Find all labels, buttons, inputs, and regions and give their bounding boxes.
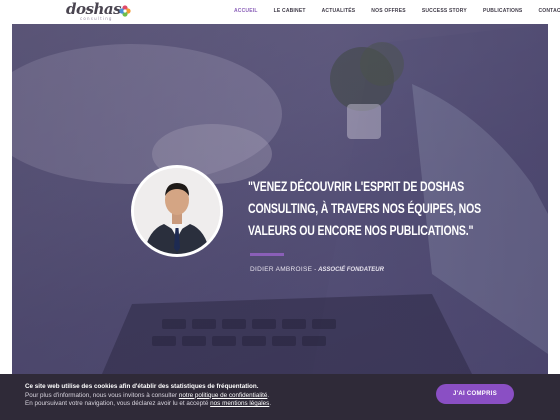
quote-signature: DIDIER AMBROISE - ASSOCIÉ FONDATEUR (250, 266, 384, 273)
accept-cookies-button[interactable]: J'AI COMPRIS (436, 384, 514, 404)
person-avatar-icon (134, 168, 220, 254)
privacy-policy-link[interactable]: notre politique de confidentialité (179, 392, 268, 399)
author-name: DIDIER AMBROISE (250, 266, 313, 273)
main-nav: ACCUEIL LE CABINET ACTUALITÉS NOS OFFRES… (226, 0, 560, 24)
nav-item-actualites[interactable]: ACTUALITÉS (314, 0, 364, 24)
author-photo (134, 168, 220, 254)
nav-item-nos-offres[interactable]: NOS OFFRES (363, 0, 414, 24)
site-header: doshas consulting ACCUEIL LE CABINET ACT… (0, 0, 560, 24)
cookie-line-2: Pour plus d'information, nous vous invit… (25, 392, 405, 401)
nav-item-contact[interactable]: CONTACT (530, 0, 560, 24)
cookie-banner: Ce site web utilise des cookies afin d'é… (0, 374, 560, 420)
hero-quote: "VENEZ DÉCOUVRIR L'ESPRIT DE DOSHAS CONS… (248, 179, 481, 238)
cookie-text: Ce site web utilise des cookies afin d'é… (25, 383, 405, 409)
logo[interactable]: doshas consulting (66, 0, 132, 23)
nav-item-publications[interactable]: PUBLICATIONS (475, 0, 531, 24)
cookie-line-3-text: En poursuivant votre navigation, vous dé… (25, 400, 211, 408)
nav-item-success-story[interactable]: SUCCESS STORY (414, 0, 475, 24)
author-role: ASSOCIÉ FONDATEUR (318, 267, 384, 273)
logo-flower-icon (119, 5, 131, 17)
cookie-line-2-suffix: . (267, 391, 270, 399)
logo-subtitle: consulting (80, 16, 113, 21)
cookie-line-1: Ce site web utilise des cookies afin d'é… (25, 383, 259, 390)
nav-item-le-cabinet[interactable]: LE CABINET (266, 0, 314, 24)
author-portrait (131, 165, 223, 257)
cookie-line-2-text: Pour plus d'information, nous vous invit… (25, 391, 179, 399)
cookie-line-3: En poursuivant votre navigation, vous dé… (25, 400, 405, 409)
legal-notice-link[interactable]: nos mentions légales (210, 400, 269, 407)
nav-item-accueil[interactable]: ACCUEIL (226, 0, 266, 24)
cookie-line-3-suffix: . (269, 400, 272, 408)
quote-divider (250, 253, 284, 256)
